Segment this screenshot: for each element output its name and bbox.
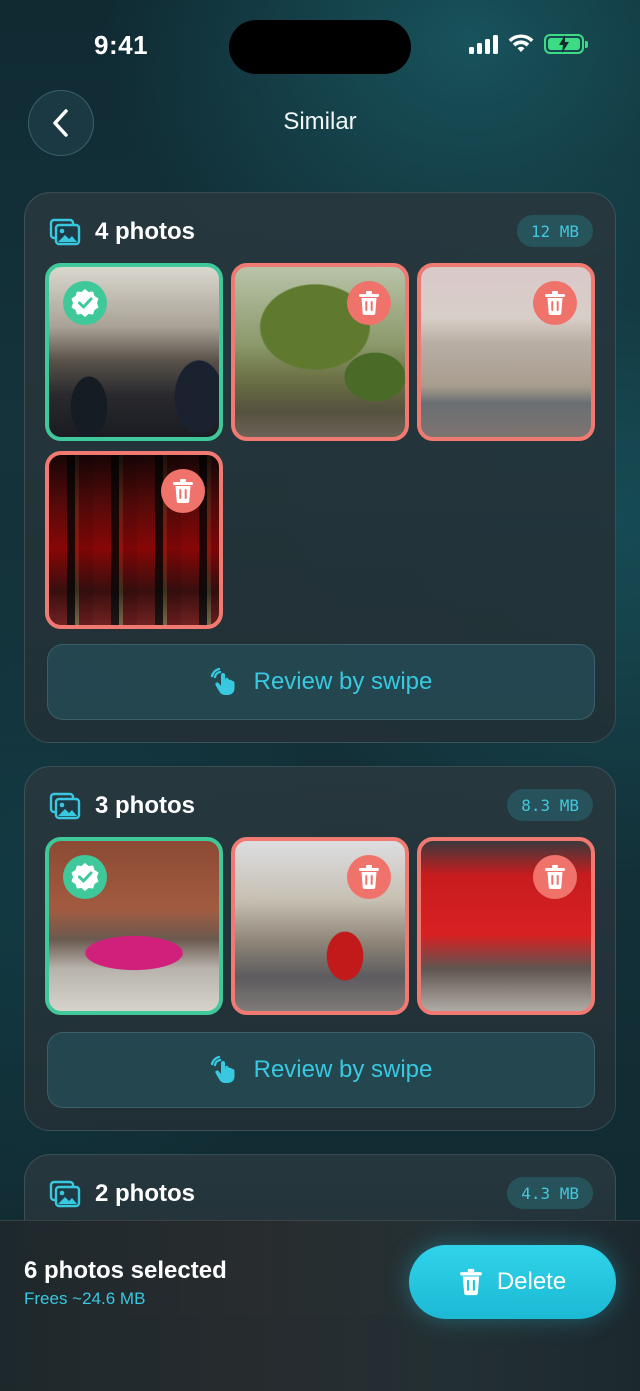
delete-badge[interactable] bbox=[347, 281, 391, 325]
frees-space-text: Frees ~24.6 MB bbox=[24, 1289, 146, 1308]
photo-thumbnail-delete[interactable] bbox=[231, 263, 409, 441]
photos-icon bbox=[49, 218, 81, 246]
status-time: 9:41 bbox=[94, 30, 149, 60]
trash-icon bbox=[359, 291, 379, 315]
group-title: 2 photos bbox=[95, 1180, 195, 1207]
delete-badge[interactable] bbox=[161, 469, 205, 513]
selected-count-text: 6 photos selected bbox=[24, 1257, 227, 1284]
photo-thumbnail-delete[interactable] bbox=[45, 451, 223, 629]
swipe-hand-icon bbox=[210, 1055, 235, 1083]
delete-badge[interactable] bbox=[347, 855, 391, 899]
delete-badge[interactable] bbox=[533, 855, 577, 899]
wifi-icon bbox=[508, 34, 534, 52]
photo-thumbnail-delete[interactable] bbox=[231, 837, 409, 1015]
photos-icon bbox=[49, 1180, 81, 1208]
delete-button[interactable]: Delete bbox=[409, 1245, 616, 1319]
delete-badge[interactable] bbox=[533, 281, 577, 325]
group-title: 4 photos bbox=[95, 218, 195, 245]
group-title: 3 photos bbox=[95, 792, 195, 819]
page-title: Similar bbox=[283, 108, 357, 135]
group-header: 2 photos bbox=[49, 1177, 195, 1211]
dynamic-island bbox=[229, 20, 411, 74]
photo-thumbnail-delete[interactable] bbox=[417, 263, 595, 441]
status-icons bbox=[469, 34, 588, 54]
selection-footer: 6 photos selected Frees ~24.6 MB Delete bbox=[0, 1220, 640, 1391]
battery-icon bbox=[544, 34, 588, 54]
group-header: 3 photos bbox=[49, 789, 195, 823]
similar-group-card: 3 photos 8.3 MB Review by swipe bbox=[24, 766, 616, 1131]
review-by-swipe-button[interactable]: Review by swipe bbox=[47, 1032, 595, 1108]
trash-icon bbox=[173, 479, 193, 503]
swipe-hand-icon bbox=[210, 667, 235, 695]
group-size-badge: 4.3 MB bbox=[507, 1177, 593, 1209]
trash-icon bbox=[545, 291, 565, 315]
check-badge-icon bbox=[71, 863, 99, 891]
group-header: 4 photos bbox=[49, 215, 195, 249]
photo-thumbnail-keep[interactable] bbox=[45, 263, 223, 441]
photo-thumbnail-keep[interactable] bbox=[45, 837, 223, 1015]
trash-icon bbox=[459, 1268, 482, 1296]
trash-icon bbox=[545, 865, 565, 889]
keep-badge bbox=[63, 855, 107, 899]
review-by-swipe-label: Review by swipe bbox=[253, 1056, 433, 1083]
review-by-swipe-label: Review by swipe bbox=[253, 668, 433, 695]
review-by-swipe-button[interactable]: Review by swipe bbox=[47, 644, 595, 720]
status-bar: 9:41 bbox=[0, 0, 640, 90]
photo-thumbnail-delete[interactable] bbox=[417, 837, 595, 1015]
trash-icon bbox=[359, 865, 379, 889]
keep-badge bbox=[63, 281, 107, 325]
photos-icon bbox=[49, 792, 81, 820]
check-badge-icon bbox=[71, 289, 99, 317]
similar-group-card: 4 photos 12 MB Review by swipe bbox=[24, 192, 616, 743]
group-size-badge: 8.3 MB bbox=[507, 789, 593, 821]
delete-button-label: Delete bbox=[496, 1268, 567, 1295]
group-size-badge: 12 MB bbox=[516, 215, 593, 247]
cellular-signal-icon bbox=[469, 34, 498, 54]
